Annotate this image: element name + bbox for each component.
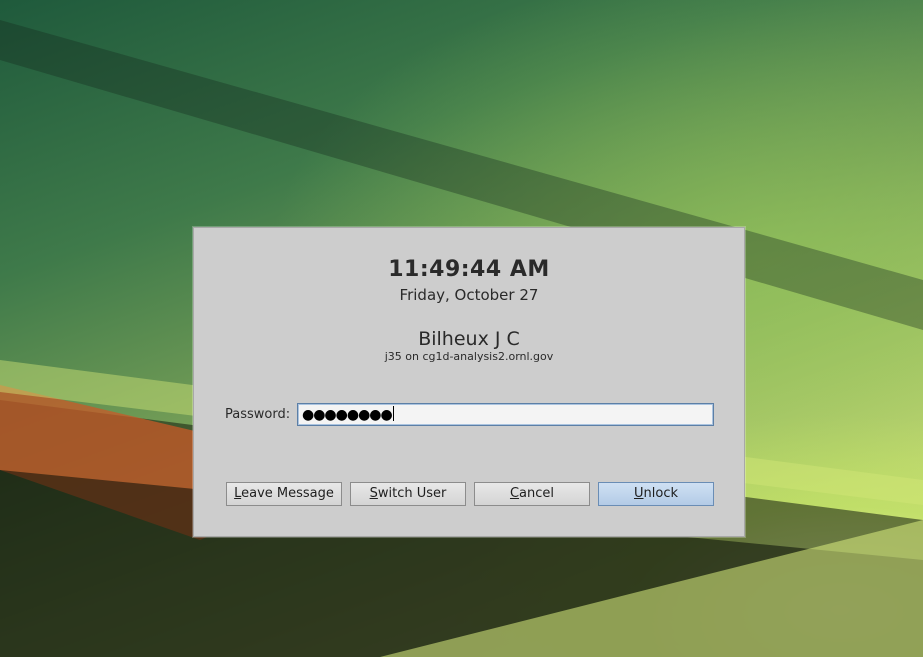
clock-date: Friday, October 27 (399, 286, 539, 304)
unlock-button[interactable]: Unlock (598, 482, 714, 506)
unlock-dialog: 11:49:44 AM Friday, October 27 Bilheux J… (193, 227, 745, 537)
leave-message-button[interactable]: Leave Message (226, 482, 342, 506)
switch-user-mnemonic: S (369, 486, 378, 501)
text-caret (392, 406, 394, 421)
leave-message-label: eave Message (241, 486, 334, 501)
cancel-label: ancel (519, 486, 555, 501)
cancel-button[interactable]: Cancel (474, 482, 590, 506)
password-label: Password: (225, 407, 291, 422)
switch-user-label: witch User (377, 486, 447, 501)
host-line: j35 on cg1d-analysis2.ornl.gov (384, 350, 554, 363)
user-name: Bilheux J C (418, 328, 520, 350)
password-masked-value: ●●●●●●●● (302, 407, 393, 423)
unlock-label: nlock (643, 486, 678, 501)
cancel-mnemonic: C (509, 486, 520, 501)
unlock-mnemonic: U (634, 486, 644, 501)
password-input[interactable]: ●●●●●●●● (297, 403, 714, 426)
switch-user-button[interactable]: Switch User (350, 482, 466, 506)
clock-time: 11:49:44 AM (388, 257, 550, 282)
